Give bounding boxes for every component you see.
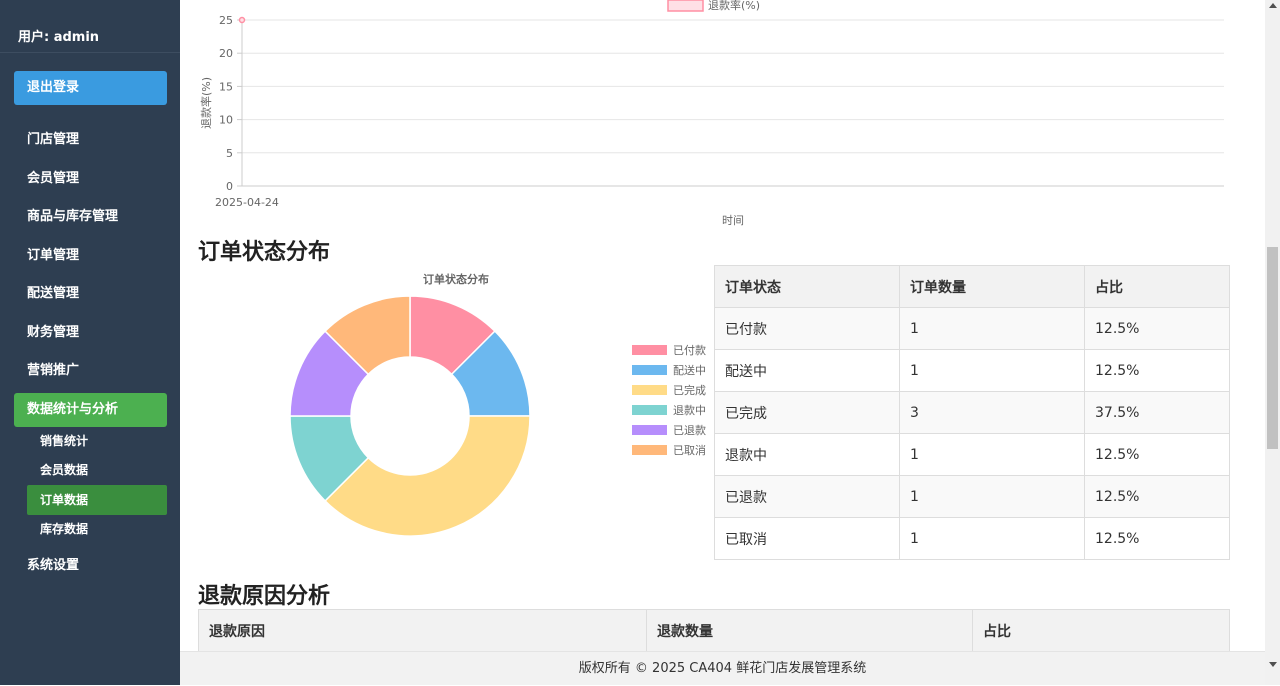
legend-label: 退款中 <box>673 403 706 417</box>
table-row: 退款中 1 12.5% <box>714 433 1230 476</box>
count-cell: 1 <box>899 475 1085 518</box>
sidebar-item-data-analytics[interactable]: 数据统计与分析 <box>14 393 167 427</box>
footer: 版权所有 © 2025 CA404 鲜花门店发展管理系统 <box>180 651 1265 685</box>
status-cell: 已取消 <box>714 517 900 560</box>
legend-label: 已完成 <box>673 383 706 397</box>
pie-slice-3 <box>324 415 531 537</box>
pie-chart-title: 订单状态分布 <box>423 272 489 286</box>
legend-label: 已退款 <box>673 423 706 437</box>
legend-label: 已付款 <box>673 343 706 357</box>
refund-reason-title: 退款原因分析 <box>198 584 331 609</box>
main-content: 退款率(%) 0 5 10 15 20 25 2025-04-24 时间 退款率(%) 订… <box>180 0 1248 685</box>
legend-swatch <box>632 405 667 415</box>
count-cell: 1 <box>899 307 1085 350</box>
sidebar-subitem-inventory-data[interactable]: 库存数据 <box>27 515 167 543</box>
legend-swatch <box>632 445 667 455</box>
legend-label: 已取消 <box>673 443 706 457</box>
count-cell: 1 <box>899 433 1085 476</box>
pie-legend: 已付款配送中已完成退款中已退款已取消 <box>632 343 706 457</box>
sidebar-item-finance-management[interactable]: 财务管理 <box>14 317 167 349</box>
y-tick-label: 5 <box>226 147 233 160</box>
sidebar-item-product-inventory[interactable]: 商品与库存管理 <box>14 201 167 233</box>
scrollbar-thumb[interactable] <box>1267 247 1278 449</box>
column-header-count: 订单数量 <box>899 265 1085 308</box>
data-point <box>238 16 246 24</box>
legend-swatch <box>632 345 667 355</box>
status-cell: 配送中 <box>714 349 900 392</box>
status-cell: 退款中 <box>714 433 900 476</box>
status-cell: 已付款 <box>714 307 900 350</box>
order-status-donut-chart: 订单状态分布 已付款配送中已完成退款中已退款已取消 <box>289 272 706 537</box>
status-cell: 已完成 <box>714 391 900 434</box>
line-chart-grid <box>242 19 1224 154</box>
y-tick-label: 25 <box>219 14 233 27</box>
legend-swatch <box>632 425 667 435</box>
sidebar-item-member-management[interactable]: 会员管理 <box>14 163 167 195</box>
refund-rate-line-chart: 退款率(%) 0 5 10 15 20 25 2025-04-24 时间 退款率(%) <box>199 0 1224 227</box>
column-header-refund-ratio: 占比 <box>972 609 1230 652</box>
ratio-cell: 12.5% <box>1084 349 1230 392</box>
legend-swatch-refund-rate <box>667 0 704 12</box>
table-row: 已付款 1 12.5% <box>714 307 1230 350</box>
sidebar-subitem-member-data[interactable]: 会员数据 <box>27 456 167 484</box>
order-status-table-body: 已付款 1 12.5% 配送中 1 12.5% 已完成 3 37.5% 退款中 1 12.5% 已退款 1… <box>714 307 1230 560</box>
table-row: 已取消 1 12.5% <box>714 517 1230 560</box>
sidebar-item-system-settings[interactable]: 系统设置 <box>14 550 167 582</box>
table-row: 已退款 1 12.5% <box>714 475 1230 518</box>
sidebar-divider <box>0 52 180 53</box>
status-cell: 已退款 <box>714 475 900 518</box>
column-header-refund-count: 退款数量 <box>646 609 973 652</box>
sidebar: 用户: admin 退出登录 门店管理 会员管理 商品与库存管理 订单管理 配送… <box>0 0 180 685</box>
y-axis-ticks: 0 5 10 15 20 25 <box>219 14 242 193</box>
order-status-title: 订单状态分布 <box>198 240 331 265</box>
table-row: 已完成 3 37.5% <box>714 391 1230 434</box>
ratio-cell: 12.5% <box>1084 307 1230 350</box>
order-status-table: 订单状态 订单数量 占比 已付款 1 12.5% 配送中 1 12.5% 已完成 3 37.5%… <box>714 265 1230 560</box>
x-axis-label: 时间 <box>722 214 744 227</box>
sidebar-subitem-sales-stats[interactable]: 销售统计 <box>27 427 167 455</box>
ratio-cell: 12.5% <box>1084 433 1230 476</box>
ratio-cell: 37.5% <box>1084 391 1230 434</box>
table-row: 配送中 1 12.5% <box>714 349 1230 392</box>
ratio-cell: 12.5% <box>1084 517 1230 560</box>
legend-swatch <box>632 365 667 375</box>
y-tick-label: 0 <box>226 180 233 193</box>
column-header-refund-reason: 退款原因 <box>198 609 647 652</box>
count-cell: 1 <box>899 517 1085 560</box>
count-cell: 1 <box>899 349 1085 392</box>
y-axis-label: 退款率(%) <box>199 77 213 129</box>
sidebar-item-delivery-management[interactable]: 配送管理 <box>14 278 167 310</box>
pie-slices <box>289 295 531 537</box>
scroll-up-arrow-icon[interactable] <box>1269 3 1277 8</box>
sidebar-item-marketing[interactable]: 营销推广 <box>14 355 167 387</box>
count-cell: 3 <box>899 391 1085 434</box>
x-tick-label: 2025-04-24 <box>215 196 279 209</box>
column-header-status: 订单状态 <box>714 265 900 308</box>
refund-reason-table: 退款原因 退款数量 占比 <box>198 609 1230 652</box>
current-user: 用户: admin <box>18 30 100 45</box>
table-header-row: 订单状态 订单数量 占比 <box>714 265 1230 308</box>
y-tick-label: 15 <box>219 80 233 93</box>
table-header-row: 退款原因 退款数量 占比 <box>198 609 1230 652</box>
logout-button[interactable]: 退出登录 <box>14 71 167 105</box>
vertical-scrollbar[interactable] <box>1265 0 1280 685</box>
sidebar-item-order-management[interactable]: 订单管理 <box>14 240 167 272</box>
ratio-cell: 12.5% <box>1084 475 1230 518</box>
legend-swatch <box>632 385 667 395</box>
sidebar-item-store-management[interactable]: 门店管理 <box>14 124 167 156</box>
scroll-down-arrow-icon[interactable] <box>1269 662 1277 667</box>
y-tick-label: 20 <box>219 47 233 60</box>
legend-label: 配送中 <box>673 363 706 377</box>
column-header-ratio: 占比 <box>1084 265 1230 308</box>
y-tick-label: 10 <box>219 114 233 127</box>
legend-label-refund-rate: 退款率(%) <box>708 0 760 12</box>
sidebar-subitem-order-data[interactable]: 订单数据 <box>27 485 167 515</box>
